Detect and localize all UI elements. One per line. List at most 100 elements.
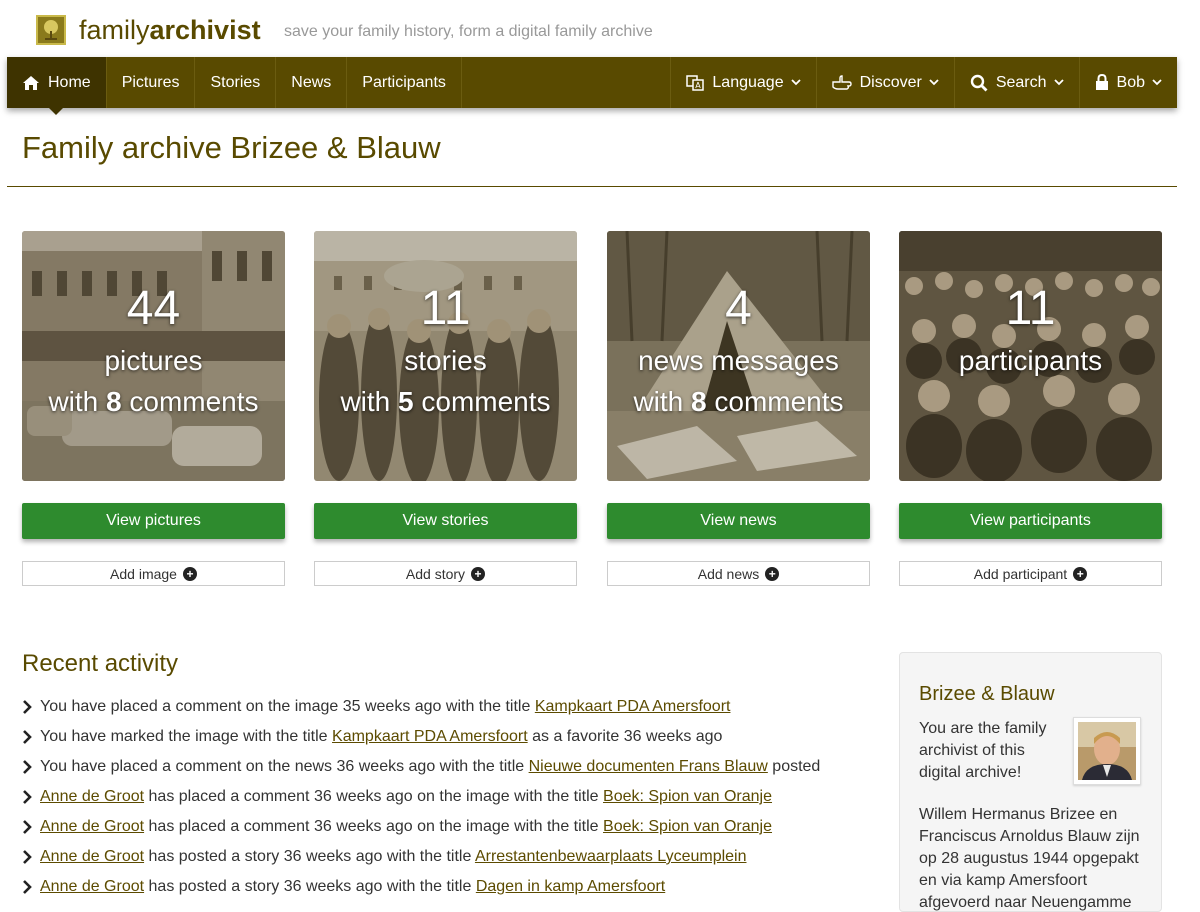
recent-activity-title: Recent activity	[22, 650, 179, 677]
nav-search[interactable]: Search	[953, 57, 1079, 108]
item-link[interactable]: Kampkaart PDA Amersfoort	[535, 698, 731, 715]
view-participants-button[interactable]: View participants	[899, 503, 1162, 539]
add-story-button[interactable]: Add story +	[314, 561, 577, 586]
chevron-right-icon	[22, 880, 40, 894]
participants-count: 11	[1005, 282, 1056, 335]
chevron-down-icon	[929, 79, 939, 86]
user-link[interactable]: Anne de Groot	[40, 818, 144, 835]
stories-label: stories	[404, 345, 487, 376]
item-link[interactable]: Arrestantenbewaarplaats Lyceumplein	[475, 848, 747, 865]
brand-name: familyarchivist	[79, 15, 261, 46]
card-participants[interactable]: 11 participants	[899, 231, 1162, 481]
svg-text:A: A	[696, 81, 702, 90]
lock-icon	[1095, 74, 1109, 91]
nav-news[interactable]: News	[276, 57, 348, 108]
list-item: Anne de Groot has placed a comment 36 we…	[22, 782, 882, 812]
item-link[interactable]: Dagen in kamp Amersfoort	[476, 878, 665, 895]
tagline: save your family history, form a digital…	[284, 23, 653, 40]
list-item: Anne de Groot has posted a story 36 week…	[22, 872, 882, 902]
pictures-count: 44	[126, 282, 181, 335]
nav-user-label: Bob	[1116, 73, 1145, 91]
add-story-label: Add story	[405, 565, 466, 582]
news-comments: with 8 comments	[607, 386, 870, 418]
brand-name-bold: archivist	[149, 14, 261, 45]
chevron-right-icon	[22, 730, 40, 744]
news-with: with	[633, 386, 684, 417]
view-stories-button[interactable]: View stories	[314, 503, 577, 539]
stories-comments-word: comments	[421, 386, 551, 417]
user-link[interactable]: Anne de Groot	[40, 878, 144, 895]
activity-text: You have placed a comment on the news 36…	[40, 758, 820, 776]
stories-comments: with 5 comments	[314, 386, 577, 418]
avatar[interactable]	[1073, 717, 1141, 785]
chevron-right-icon	[22, 850, 40, 864]
activity-text: Anne de Groot has posted a story 36 week…	[40, 848, 747, 866]
item-link[interactable]: Kampkaart PDA Amersfoort	[332, 728, 528, 745]
chevron-right-icon	[22, 790, 40, 804]
archive-info-panel: Brizee & Blauw You are the family archiv…	[899, 652, 1162, 912]
plus-circle-icon: +	[182, 566, 197, 581]
add-image-label: Add image	[110, 565, 177, 582]
nav-pictures[interactable]: Pictures	[107, 57, 196, 108]
language-icon: A	[686, 74, 705, 92]
news-comments-word: comments	[714, 386, 844, 417]
add-participant-button[interactable]: Add participant +	[899, 561, 1162, 586]
item-link[interactable]: Boek: Spion van Oranje	[603, 818, 772, 835]
nav-pictures-label: Pictures	[121, 73, 180, 91]
view-pictures-button[interactable]: View pictures	[22, 503, 285, 539]
news-comment-count: 8	[691, 386, 707, 417]
news-count: 4	[725, 282, 752, 335]
add-image-button[interactable]: Add image +	[22, 561, 285, 586]
search-icon	[970, 74, 988, 92]
add-news-button[interactable]: Add news +	[607, 561, 870, 586]
nav-home-label: Home	[48, 73, 91, 91]
activity-text: You have marked the image with the title…	[40, 728, 722, 746]
activity-text: Anne de Groot has posted a story 36 week…	[40, 878, 665, 896]
tree-logo-icon	[36, 15, 66, 45]
plus-circle-icon: +	[765, 566, 780, 581]
brand[interactable]: familyarchivist	[36, 14, 261, 46]
home-icon	[22, 75, 40, 91]
activity-suffix: posted	[767, 758, 821, 775]
nav-home[interactable]: Home	[7, 57, 107, 115]
item-link[interactable]: Nieuwe documenten Frans Blauw	[529, 758, 768, 775]
add-news-label: Add news	[697, 565, 760, 582]
stories-comment-count: 5	[398, 386, 414, 417]
stories-with: with	[340, 386, 391, 417]
participants-label: participants	[958, 345, 1103, 376]
nav-stories[interactable]: Stories	[195, 57, 277, 108]
nav-language[interactable]: A Language	[670, 57, 815, 108]
activity-text: You have placed a comment on the image 3…	[40, 698, 730, 716]
plus-circle-icon: +	[471, 566, 486, 581]
item-link[interactable]: Boek: Spion van Oranje	[603, 788, 772, 805]
activity-description: has posted a story 36 weeks ago with the…	[144, 878, 476, 895]
list-item: You have placed a comment on the image 3…	[22, 692, 882, 722]
hand-pointer-icon	[831, 74, 852, 91]
card-stories[interactable]: 11 stories with 5 comments	[314, 231, 577, 481]
view-news-button[interactable]: View news	[607, 503, 870, 539]
activity-text: Anne de Groot has placed a comment 36 we…	[40, 818, 772, 836]
activity-description: has posted a story 36 weeks ago with the…	[144, 848, 475, 865]
chevron-right-icon	[22, 760, 40, 774]
list-item: You have placed a comment on the news 36…	[22, 752, 882, 782]
nav-user[interactable]: Bob	[1078, 57, 1177, 108]
activity-description: You have placed a comment on the image 3…	[40, 698, 535, 715]
panel-intro: You are the family archivist of this dig…	[919, 720, 1047, 781]
pictures-comments: with 8 comments	[22, 386, 285, 418]
user-link[interactable]: Anne de Groot	[40, 848, 144, 865]
panel-title: Brizee & Blauw	[919, 683, 1055, 705]
nav-stories-label: Stories	[210, 73, 261, 91]
user-link[interactable]: Anne de Groot	[40, 788, 144, 805]
activity-description: You have marked the image with the title	[40, 728, 333, 745]
title-divider	[7, 186, 1177, 187]
page-title: Family archive Brizee & Blauw	[22, 130, 441, 165]
card-news[interactable]: 4 news messages with 8 comments	[607, 231, 870, 481]
nav-participants[interactable]: Participants	[347, 57, 462, 108]
nav-discover[interactable]: Discover	[815, 57, 954, 108]
card-pictures[interactable]: 44 pictures with 8 comments	[22, 231, 285, 481]
nav-participants-label: Participants	[362, 73, 446, 91]
main-nav: Home Pictures Stories News Participants …	[7, 57, 1177, 115]
activity-text: Anne de Groot has placed a comment 36 we…	[40, 788, 772, 806]
activity-description: You have placed a comment on the news 36…	[40, 758, 529, 775]
chevron-right-icon	[22, 820, 40, 834]
